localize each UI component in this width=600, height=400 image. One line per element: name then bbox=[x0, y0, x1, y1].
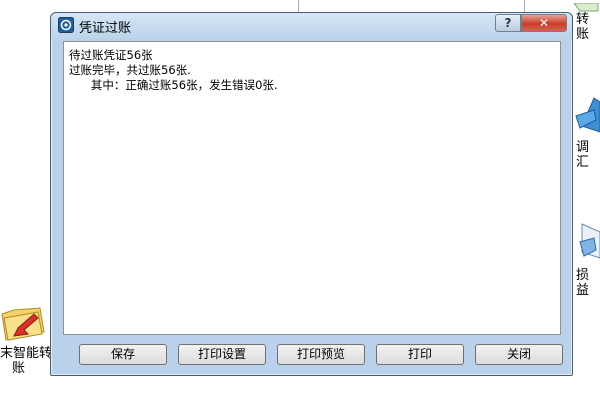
print-button[interactable]: 打印 bbox=[376, 344, 464, 365]
desktop-label-smart-transfer-line1[interactable]: 末智能转 bbox=[0, 346, 52, 361]
print-settings-button[interactable]: 打印设置 bbox=[178, 344, 266, 365]
print-preview-button[interactable]: 打印预览 bbox=[277, 344, 365, 365]
desktop-label-smart-transfer-line2[interactable]: 账 bbox=[12, 361, 25, 376]
posting-log-textarea[interactable]: 待过账凭证56张 过账完毕，共过账56张. 其中：正确过账56张，发生错误0张. bbox=[63, 41, 561, 335]
background-divider-line bbox=[298, 0, 299, 12]
save-button[interactable]: 保存 bbox=[79, 344, 167, 365]
smart-transfer-folder-icon[interactable] bbox=[0, 300, 48, 344]
log-line: 待过账凭证56张 bbox=[69, 48, 153, 62]
log-line: 其中：正确过账56张，发生错误0张. bbox=[69, 78, 278, 92]
app-icon bbox=[58, 17, 74, 33]
profit-loss-icon[interactable] bbox=[576, 222, 600, 262]
voucher-posting-dialog: 凭证过账 ? ✕ 待过账凭证56张 过账完毕，共过账56张. 其中：正确过账56… bbox=[50, 12, 573, 376]
dialog-title: 凭证过账 bbox=[79, 21, 132, 36]
desktop-label-transfer[interactable]: 转账 bbox=[576, 12, 600, 42]
log-line: 过账完毕，共过账56张. bbox=[69, 63, 191, 77]
help-button[interactable]: ? bbox=[495, 14, 521, 32]
desktop-label-profit-loss[interactable]: 损益 bbox=[576, 268, 600, 298]
exchange-adjust-icon[interactable] bbox=[574, 96, 600, 136]
background-divider-line bbox=[524, 0, 525, 12]
desktop-label-exchange-adjust[interactable]: 调汇 bbox=[576, 140, 600, 170]
transfer-folder-icon[interactable] bbox=[572, 0, 600, 12]
dialog-titlebar[interactable]: 凭证过账 ? ✕ bbox=[51, 13, 572, 39]
close-window-button[interactable]: ✕ bbox=[521, 14, 567, 32]
close-button[interactable]: 关闭 bbox=[475, 344, 563, 365]
